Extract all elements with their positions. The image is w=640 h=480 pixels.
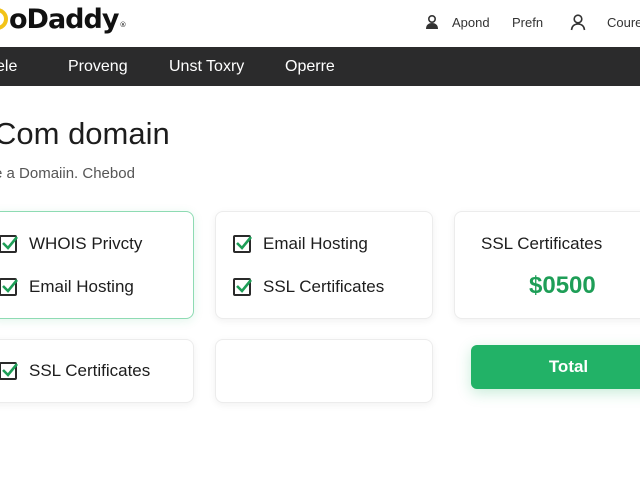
checkbox[interactable] — [233, 235, 253, 253]
option-email-hosting[interactable]: Email Hosting — [0, 277, 134, 297]
price-card: SSL Certificates $0500 — [454, 211, 640, 319]
option-label: Email Hosting — [29, 277, 134, 296]
checkbox[interactable] — [233, 278, 253, 296]
checkbox[interactable] — [0, 278, 19, 296]
price-card-heading: SSL Certificates — [481, 234, 603, 253]
nav-item-ele[interactable]: ele — [0, 58, 17, 76]
option-label: SSL Certificates — [29, 361, 151, 380]
logo-mark-icon — [0, 8, 8, 30]
checkbox[interactable] — [0, 235, 19, 253]
option-label: SSL Certificates — [263, 277, 385, 296]
user-lock-icon[interactable] — [423, 13, 441, 31]
option-email-hosting[interactable]: Email Hosting — [233, 234, 368, 254]
nav-item-unst-toxry[interactable]: Unst Toxry — [169, 58, 244, 76]
prefn-link[interactable]: Prefn — [512, 15, 543, 30]
check-icon — [2, 363, 19, 377]
page-subtitle: e a Domaiin. Chebod — [0, 165, 135, 182]
option-ssl-certificates[interactable]: SSL Certificates — [0, 361, 150, 381]
nav-item-proveng[interactable]: Proveng — [68, 58, 128, 76]
option-whois-privacy[interactable]: WHOIS Privcty — [0, 234, 142, 254]
nav-item-operre[interactable]: Operre — [285, 58, 335, 76]
option-label: WHOIS Privcty — [29, 234, 143, 253]
checkbox[interactable] — [0, 362, 19, 380]
person-icon[interactable] — [569, 13, 587, 31]
logo-trademark: ® — [119, 21, 126, 29]
addon-card-1[interactable]: WHOIS Privcty Email Hosting — [0, 211, 194, 319]
addon-card-4[interactable]: SSL Certificates — [0, 339, 194, 403]
logo-text: oDaddy — [9, 4, 119, 35]
check-icon — [2, 279, 19, 293]
check-icon — [236, 236, 253, 250]
page-title: Com domain — [0, 116, 170, 151]
page: oDaddy® Apond Prefn Coure ele Proveng Un… — [0, 0, 640, 480]
logo[interactable]: oDaddy® — [0, 4, 126, 35]
check-icon — [2, 236, 19, 250]
main-nav: ele Proveng Unst Toxry Operre — [0, 47, 640, 86]
option-ssl-certificates[interactable]: SSL Certificates — [233, 277, 384, 297]
option-label: Email Hosting — [263, 234, 368, 253]
empty-card — [215, 339, 433, 403]
apond-link[interactable]: Apond — [452, 15, 490, 30]
coure-link[interactable]: Coure — [607, 15, 640, 30]
total-button[interactable]: Total — [471, 345, 640, 389]
check-icon — [236, 279, 253, 293]
top-header: oDaddy® Apond Prefn Coure — [0, 0, 640, 46]
addon-card-2[interactable]: Email Hosting SSL Certificates — [215, 211, 433, 319]
price-value: $0500 — [529, 272, 596, 299]
